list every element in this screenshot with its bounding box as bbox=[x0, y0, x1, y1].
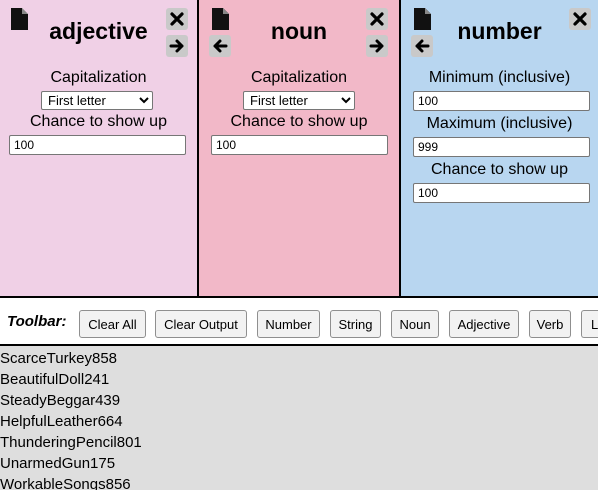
adjective-panel: adjective Capitalization First letter Ch… bbox=[0, 0, 199, 296]
chance-label: Chance to show up bbox=[230, 113, 368, 130]
clear-output-button[interactable]: Clear Output bbox=[155, 310, 247, 338]
output-area: ScarceTurkey858 BeautifulDoll241 SteadyB… bbox=[0, 346, 598, 490]
chance-input[interactable] bbox=[9, 135, 186, 155]
output-line: HelpfulLeather664 bbox=[0, 413, 123, 430]
chance-input[interactable] bbox=[413, 183, 590, 203]
output-line: ThunderingPencil801 bbox=[0, 434, 142, 451]
output-line: UnarmedGun175 bbox=[0, 455, 116, 472]
add-number-button[interactable]: Number bbox=[257, 310, 320, 338]
add-adjective-button[interactable]: Adjective bbox=[449, 310, 519, 338]
toolbar-overflow-button[interactable]: L bbox=[581, 310, 598, 338]
minimum-input[interactable] bbox=[413, 91, 590, 111]
panel-title: number bbox=[457, 18, 542, 44]
capitalization-label: Capitalization bbox=[50, 69, 147, 86]
add-verb-button[interactable]: Verb bbox=[529, 310, 571, 338]
generator-panels: adjective Capitalization First letter Ch… bbox=[0, 0, 598, 296]
add-string-button[interactable]: String bbox=[330, 310, 381, 338]
toolbar: Toolbar: Clear All Clear Output Number S… bbox=[0, 296, 598, 346]
add-noun-button[interactable]: Noun bbox=[391, 310, 439, 338]
number-panel: number Minimum (inclusive) Maximum (incl… bbox=[401, 0, 598, 296]
output-line: SteadyBeggar439 bbox=[0, 392, 121, 409]
maximum-label: Maximum (inclusive) bbox=[426, 115, 573, 132]
clear-all-button[interactable]: Clear All bbox=[79, 310, 146, 338]
minimum-label: Minimum (inclusive) bbox=[428, 69, 571, 86]
chance-input[interactable] bbox=[211, 135, 388, 155]
noun-panel: noun Capitalization First letter Chance … bbox=[199, 0, 401, 296]
panel-title: noun bbox=[270, 18, 328, 44]
capitalization-select[interactable]: First letter bbox=[41, 91, 153, 110]
chance-label: Chance to show up bbox=[431, 161, 568, 178]
capitalization-select[interactable]: First letter bbox=[243, 91, 355, 110]
toolbar-label: Toolbar: bbox=[7, 313, 67, 330]
output-line: ScarceTurkey858 bbox=[0, 350, 117, 367]
chance-label: Chance to show up bbox=[30, 113, 167, 130]
output-line: BeautifulDoll241 bbox=[0, 371, 110, 388]
maximum-input[interactable] bbox=[413, 137, 590, 157]
output-line: WorkableSongs856 bbox=[0, 476, 131, 490]
capitalization-label: Capitalization bbox=[250, 69, 348, 86]
panel-title: adjective bbox=[49, 18, 148, 44]
